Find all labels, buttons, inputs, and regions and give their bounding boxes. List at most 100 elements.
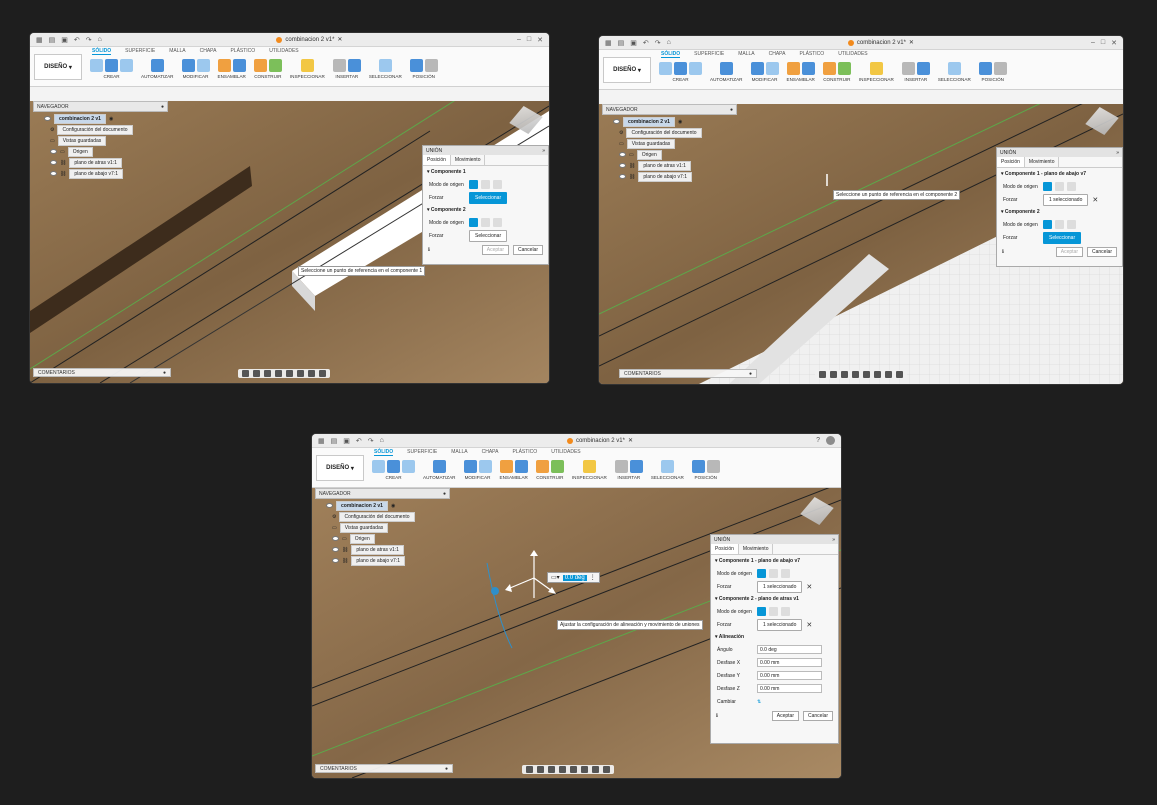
component-2-section[interactable]: ▾ Componente 2 - plano de atras v1 <box>711 593 838 605</box>
tree-item[interactable]: ▭ Vistas guardadas <box>332 522 415 533</box>
tree-item[interactable]: ⛓ plano de atras v1:1 <box>50 157 133 168</box>
midplane-icon[interactable] <box>837 62 851 75</box>
visibility-eye-icon[interactable] <box>619 152 626 157</box>
close-tab-icon[interactable]: ✕ <box>337 36 342 43</box>
help-icon[interactable]: ? <box>816 437 820 444</box>
revert-position-icon[interactable] <box>993 62 1007 75</box>
group-crear[interactable]: CREAR <box>372 460 415 480</box>
offset-plane-icon[interactable] <box>822 62 836 75</box>
between-two-faces-icon[interactable] <box>1055 220 1064 229</box>
save-icon[interactable]: ▣ <box>630 39 637 47</box>
alignment-section[interactable]: ▾ Alineación <box>711 631 838 643</box>
info-icon[interactable]: ℹ <box>428 247 430 253</box>
tab-plastico[interactable]: PLÁSTICO <box>799 51 824 58</box>
visibility-eye-icon[interactable] <box>50 160 57 165</box>
tree-root[interactable]: combinacion 2 v1 ◉ <box>613 116 702 127</box>
press-pull-icon[interactable] <box>750 62 764 75</box>
document-tab[interactable]: combinacion 2 v1* ✕ <box>671 39 1091 46</box>
group-crear[interactable]: CREAR <box>90 59 133 79</box>
ok-button[interactable]: Aceptar <box>481 245 509 255</box>
group-inspeccionar[interactable]: INSPECCIONAR <box>290 59 325 79</box>
group-construir[interactable]: CONSTRUIR <box>535 460 564 480</box>
viewport-canvas[interactable]: NAVEGADOR ● combinacion 2 v1 ◉ ⚙ Configurac… <box>599 104 1123 384</box>
angle-field[interactable]: 0.0 deg <box>757 645 822 654</box>
group-insertar[interactable]: INSERTAR <box>332 59 361 79</box>
simple-origin-icon[interactable] <box>1043 220 1052 229</box>
pan-icon[interactable] <box>548 766 555 773</box>
tree-item[interactable]: ⛓ plano de atras v1:1 <box>332 544 415 555</box>
revolve-icon[interactable] <box>120 59 133 72</box>
radio-icon[interactable]: ◉ <box>391 503 395 509</box>
simple-origin-icon[interactable] <box>757 607 766 616</box>
viewport-canvas[interactable]: NAVEGADOR ● combinacion 2 v1 ◉ ⚙ Configurac… <box>30 101 549 383</box>
simple-origin-icon[interactable] <box>469 218 478 227</box>
redo-icon[interactable]: ↷ <box>655 39 661 47</box>
tree-item[interactable]: ⛓ plano de abajo v7:1 <box>332 555 415 566</box>
look-at-icon[interactable] <box>253 370 260 377</box>
fillet-icon[interactable] <box>478 460 492 473</box>
select-snap-button-2[interactable]: Seleccionar <box>469 229 508 242</box>
viewport-canvas[interactable]: NAVEGADOR ● combinacion 2 v1 ◉ ⚙ Configurac… <box>312 488 841 778</box>
view-dropdown-icon[interactable]: ▭▾ <box>551 574 560 581</box>
measure-icon[interactable] <box>582 460 596 473</box>
between-two-faces-icon[interactable] <box>481 218 490 227</box>
tab-utilidades[interactable]: UTILIDADES <box>551 449 580 456</box>
extrude-icon[interactable] <box>105 59 118 72</box>
select-icon[interactable] <box>947 62 961 75</box>
visibility-eye-icon[interactable] <box>44 116 51 121</box>
two-edge-intersection-icon[interactable] <box>493 180 502 189</box>
automate-icon[interactable] <box>719 62 733 75</box>
select-icon[interactable] <box>378 59 392 72</box>
tree-root[interactable]: combinacion 2 v1 ◉ <box>44 113 133 124</box>
flip-icon[interactable]: ⇅ <box>757 699 761 705</box>
tree-item[interactable]: ⚙ Configuración del documento <box>50 124 133 135</box>
clear-selection-icon[interactable]: ✕ <box>806 583 812 591</box>
tree-item[interactable]: ▭ Vistas guardadas <box>50 135 133 146</box>
group-ensamblar[interactable]: ENSAMBLAR <box>500 460 528 480</box>
viewports-icon[interactable] <box>319 370 326 377</box>
tab-solido[interactable]: SÓLIDO <box>374 449 394 456</box>
group-seleccionar[interactable]: SELECCIONAR <box>938 62 971 82</box>
sketch-icon[interactable] <box>659 62 672 75</box>
group-seleccionar[interactable]: SELECCIONAR <box>369 59 402 79</box>
workspace-button[interactable]: DISEÑO ▾ <box>316 455 364 481</box>
tab-chapa[interactable]: CHAPA <box>769 51 786 58</box>
minimize-icon[interactable]: – <box>1091 39 1095 46</box>
comments-pin-icon[interactable]: ● <box>163 370 166 376</box>
component-1-section[interactable]: ▾ Componente 1 <box>423 166 548 178</box>
visibility-eye-icon[interactable] <box>332 558 339 563</box>
avatar[interactable] <box>826 436 835 445</box>
comments-panel[interactable]: COMENTARIOS ● <box>619 369 757 378</box>
workspace-button[interactable]: DISEÑO ▾ <box>34 54 82 80</box>
tab-chapa[interactable]: CHAPA <box>482 449 499 456</box>
look-at-icon[interactable] <box>537 766 544 773</box>
tree-item[interactable]: ▭ Origen <box>332 533 415 544</box>
tab-superficie[interactable]: SUPERFICIE <box>407 449 437 456</box>
save-icon[interactable]: ▣ <box>61 36 68 44</box>
simple-origin-icon[interactable] <box>1043 182 1052 191</box>
visibility-eye-icon[interactable] <box>619 174 626 179</box>
two-edge-intersection-icon[interactable] <box>1067 220 1076 229</box>
selected-snap-button-1[interactable]: 1 seleccionado <box>1043 193 1089 206</box>
comments-panel[interactable]: COMENTARIOS ● <box>33 368 171 377</box>
extrude-icon[interactable] <box>387 460 400 473</box>
tree-item[interactable]: ▭ Origen <box>619 149 702 160</box>
between-two-faces-icon[interactable] <box>481 180 490 189</box>
clear-selection-icon[interactable]: ✕ <box>806 621 812 629</box>
visibility-eye-icon[interactable] <box>326 503 333 508</box>
fillet-icon[interactable] <box>196 59 210 72</box>
maximize-icon[interactable]: □ <box>1101 39 1105 46</box>
group-ensamblar[interactable]: ENSAMBLAR <box>218 59 246 79</box>
maximize-icon[interactable]: □ <box>527 36 531 43</box>
orbit-icon[interactable] <box>526 766 533 773</box>
capture-position-icon[interactable] <box>978 62 992 75</box>
tree-item[interactable]: ▭ Origen <box>50 146 133 157</box>
revolve-icon[interactable] <box>402 460 415 473</box>
file-icon[interactable]: ▤ <box>331 437 338 445</box>
revert-position-icon[interactable] <box>424 59 438 72</box>
viewports-icon[interactable] <box>603 766 610 773</box>
component-2-section[interactable]: ▾ Componente 2 <box>997 206 1122 218</box>
tab-posicion[interactable]: Posición <box>711 544 739 554</box>
selected-snap-button-2[interactable]: 1 seleccionado <box>757 618 803 631</box>
group-automatizar[interactable]: AUTOMATIZAR <box>710 62 743 82</box>
